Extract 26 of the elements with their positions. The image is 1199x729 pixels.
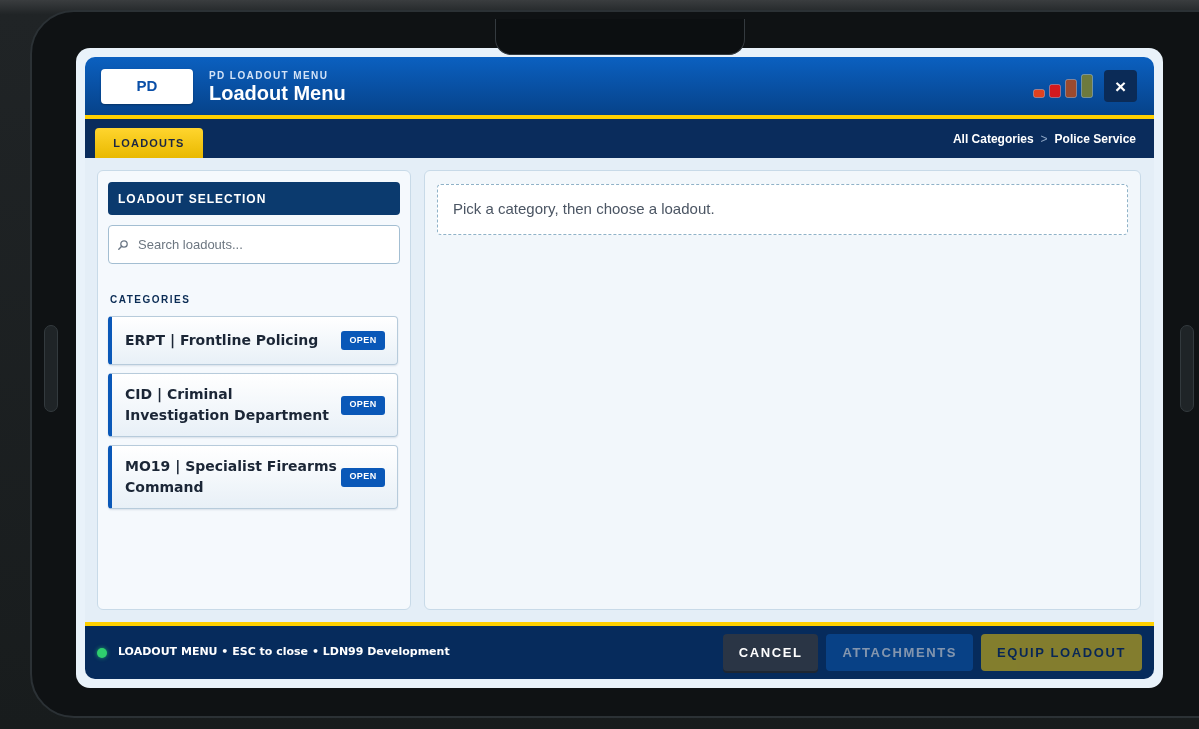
search-field[interactable]: Search loadouts...	[108, 225, 400, 264]
close-button[interactable]: ×	[1104, 70, 1137, 102]
open-button[interactable]: OPEN	[341, 467, 385, 487]
breadcrumb-current: Police Service	[1054, 130, 1136, 148]
breadcrumb-separator: >	[1040, 130, 1048, 148]
category-name: CID | Criminal Investigation Department	[125, 385, 330, 425]
category-name: ERPT | Frontline Policing	[125, 331, 320, 351]
category-card[interactable]: MO19 | Specialist Firearms Command OPEN	[108, 445, 398, 509]
category-card[interactable]: ERPT | Frontline Policing OPEN	[108, 316, 398, 365]
tab[interactable]: LOADOUTS	[95, 128, 203, 158]
breadcrumb-link[interactable]: All Categories	[952, 129, 1034, 148]
hint-message: Pick a category, then choose a loadout.	[437, 184, 1128, 235]
header-title: Loadout Menu	[209, 82, 346, 104]
status-text: LOADOUT MENU • ESC to close • LDN99 Development	[118, 644, 450, 661]
status-dot-icon	[97, 647, 107, 658]
section-header: LOADOUT SELECTION	[108, 182, 400, 215]
category-card[interactable]: CID | Criminal Investigation Department OPEN	[108, 373, 398, 437]
header-subtitle: PD LOADOUT MENU	[209, 70, 330, 82]
signal-bars-icon	[1033, 74, 1093, 98]
logo-badge: PD	[101, 68, 193, 104]
category-name: MO19 | Specialist Firearms Command	[125, 457, 338, 497]
section-label: CATEGORIES	[109, 294, 192, 306]
cancel-button[interactable]: CANCEL	[722, 634, 819, 671]
search-icon	[118, 240, 128, 250]
open-button[interactable]: OPEN	[341, 395, 385, 415]
open-button[interactable]: OPEN	[341, 331, 385, 350]
